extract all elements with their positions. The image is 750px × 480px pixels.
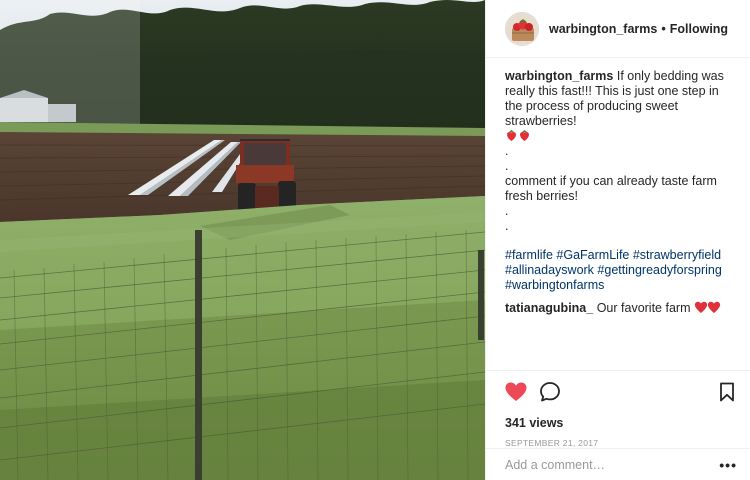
post-side-panel: warbington_farms • Following warbington_… <box>485 0 750 480</box>
more-options-button[interactable]: ••• <box>719 457 737 473</box>
hashtag-link[interactable]: #allinadayswork #gettingreadyforspring <box>505 263 734 278</box>
comment-text: Our favorite farm <box>596 301 691 315</box>
bookmark-icon[interactable] <box>719 382 735 405</box>
caption-dot: . <box>505 159 509 173</box>
comments-section: warbington_farms If only bedding was rea… <box>486 58 750 316</box>
header-separator: • <box>661 21 666 36</box>
strawberry-basket-avatar-icon[interactable] <box>505 11 539 46</box>
post-header: warbington_farms • Following <box>486 0 750 58</box>
hashtag-list: #farmlife #GaFarmLife #strawberryfield #… <box>505 248 734 293</box>
hashtag-link[interactable]: #farmlife #GaFarmLife #strawberryfield <box>505 248 734 263</box>
comment-bubble-icon[interactable] <box>539 381 561 406</box>
views-count[interactable]: 341 views <box>505 416 735 430</box>
caption-username-link[interactable]: warbington_farms <box>505 69 613 83</box>
heart-filled-icon[interactable] <box>505 382 527 405</box>
following-button[interactable]: Following <box>670 22 728 36</box>
header-username-link[interactable]: warbington_farms <box>549 22 657 36</box>
add-comment-input[interactable] <box>505 457 720 472</box>
caption-dot: . <box>505 144 509 158</box>
comment-item: tatianagubina_ Our favorite farm <box>505 300 734 316</box>
comment-username-link[interactable]: tatianagubina_ <box>505 301 593 315</box>
post-photo[interactable] <box>0 0 485 480</box>
caption: warbington_farms If only bedding was rea… <box>505 69 734 293</box>
hashtag-link[interactable]: #warbingtonfarms <box>505 278 734 293</box>
two-hearts-emoji <box>694 301 722 315</box>
instagram-post: warbington_farms • Following warbington_… <box>0 0 750 480</box>
post-actions: 341 views SEPTEMBER 21, 2017 <box>486 370 750 448</box>
post-date[interactable]: SEPTEMBER 21, 2017 <box>505 438 735 448</box>
caption-dot: . <box>505 219 509 233</box>
caption-text-2: comment if you can already taste farm fr… <box>505 174 717 203</box>
tractor <box>236 139 296 215</box>
strawberry-emoji <box>505 129 734 144</box>
caption-dot: . <box>505 204 509 218</box>
farm-tractor-photo <box>0 0 485 480</box>
add-comment-bar: ••• <box>486 448 750 480</box>
action-icons <box>505 381 735 405</box>
